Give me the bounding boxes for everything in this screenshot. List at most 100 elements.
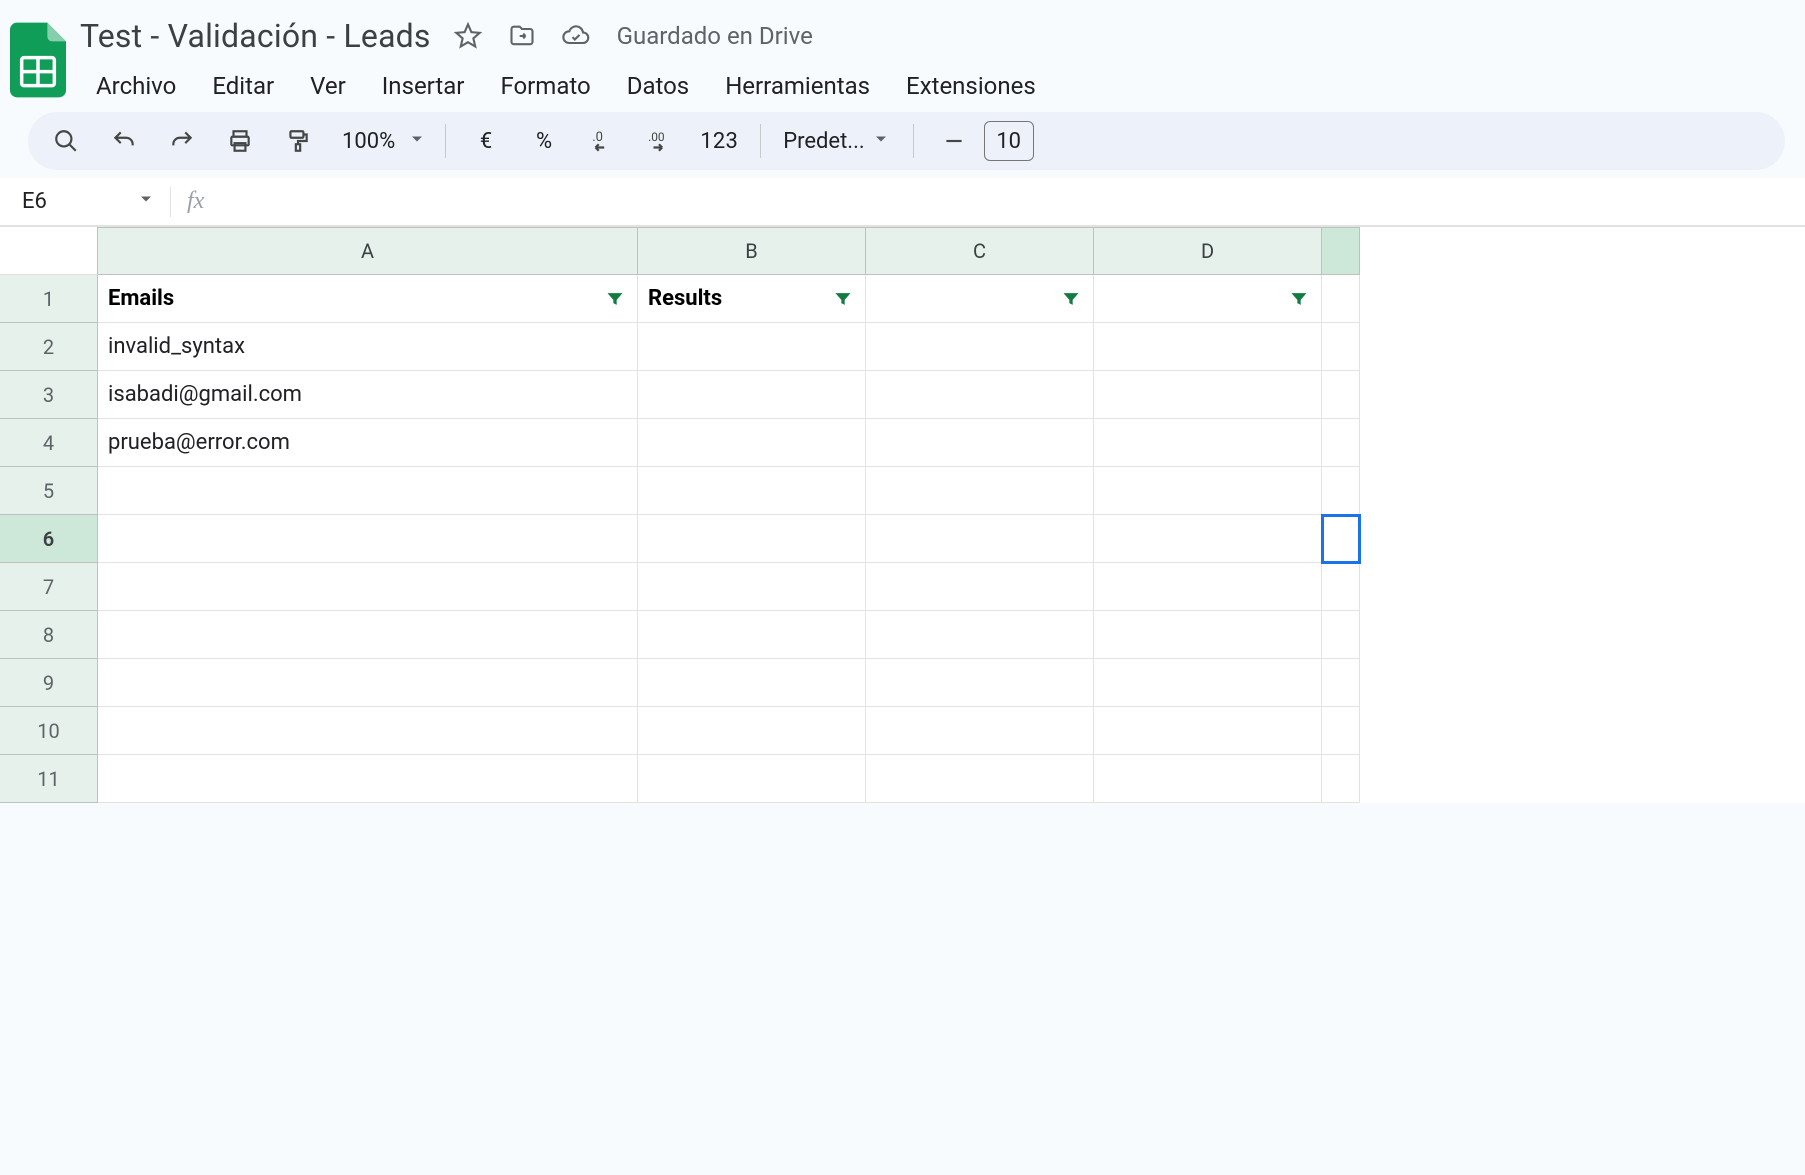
cell-d4[interactable] — [1094, 419, 1322, 467]
cell-c8[interactable] — [866, 611, 1094, 659]
star-icon[interactable] — [451, 19, 485, 53]
cell-e6[interactable] — [1322, 515, 1360, 563]
cell-e9[interactable] — [1322, 659, 1360, 707]
row-header-2[interactable]: 2 — [0, 323, 98, 371]
row-header-11[interactable]: 11 — [0, 755, 98, 803]
menu-formato[interactable]: Formato — [484, 64, 606, 108]
cell-c2[interactable] — [866, 323, 1094, 371]
cell-e3[interactable] — [1322, 371, 1360, 419]
menu-ver[interactable]: Ver — [294, 64, 362, 108]
cell-c11[interactable] — [866, 755, 1094, 803]
font-size-input[interactable]: 10 — [984, 121, 1034, 161]
column-header-e[interactable] — [1322, 227, 1360, 275]
row-header-3[interactable]: 3 — [0, 371, 98, 419]
cell-b7[interactable] — [638, 563, 866, 611]
filter-icon[interactable] — [1057, 285, 1085, 313]
cell-a9[interactable] — [98, 659, 638, 707]
search-button[interactable] — [38, 118, 94, 164]
cell-d8[interactable] — [1094, 611, 1322, 659]
format-percent-button[interactable]: % — [516, 118, 572, 164]
cell-e8[interactable] — [1322, 611, 1360, 659]
menu-editar[interactable]: Editar — [196, 64, 290, 108]
cell-e1[interactable] — [1322, 275, 1360, 323]
menu-herramientas[interactable]: Herramientas — [709, 64, 886, 108]
row-header-5[interactable]: 5 — [0, 467, 98, 515]
decrease-decimal-button[interactable]: .0 — [574, 118, 630, 164]
redo-button[interactable] — [154, 118, 210, 164]
row-header-8[interactable]: 8 — [0, 611, 98, 659]
cell-e5[interactable] — [1322, 467, 1360, 515]
cell-c1[interactable] — [866, 275, 1094, 323]
filter-icon[interactable] — [1285, 285, 1313, 313]
cell-a10[interactable] — [98, 707, 638, 755]
filter-icon[interactable] — [829, 285, 857, 313]
cell-a1[interactable]: Emails — [98, 275, 638, 323]
column-header-c[interactable]: C — [866, 227, 1094, 275]
cell-d7[interactable] — [1094, 563, 1322, 611]
cell-b5[interactable] — [638, 467, 866, 515]
cell-c9[interactable] — [866, 659, 1094, 707]
increase-decimal-button[interactable]: .00 — [632, 118, 688, 164]
cell-b1[interactable]: Results — [638, 275, 866, 323]
decrease-font-size-button[interactable] — [926, 118, 982, 164]
cell-e4[interactable] — [1322, 419, 1360, 467]
cloud-saved-icon[interactable] — [559, 19, 593, 53]
cell-d5[interactable] — [1094, 467, 1322, 515]
row-header-4[interactable]: 4 — [0, 419, 98, 467]
cell-e10[interactable] — [1322, 707, 1360, 755]
cell-d3[interactable] — [1094, 371, 1322, 419]
cell-a2[interactable]: invalid_syntax — [98, 323, 638, 371]
menu-archivo[interactable]: Archivo — [80, 64, 192, 108]
cell-d2[interactable] — [1094, 323, 1322, 371]
cell-c5[interactable] — [866, 467, 1094, 515]
column-header-d[interactable]: D — [1094, 227, 1322, 275]
cell-c4[interactable] — [866, 419, 1094, 467]
cell-c3[interactable] — [866, 371, 1094, 419]
filter-icon[interactable] — [601, 285, 629, 313]
print-button[interactable] — [212, 118, 268, 164]
row-header-1[interactable]: 1 — [0, 275, 98, 323]
zoom-selector[interactable]: 100% — [328, 129, 433, 154]
menu-extensiones[interactable]: Extensiones — [890, 64, 1052, 108]
cell-b3[interactable] — [638, 371, 866, 419]
cell-b6[interactable] — [638, 515, 866, 563]
font-selector[interactable]: Predet... — [773, 129, 900, 154]
cell-e7[interactable] — [1322, 563, 1360, 611]
cell-e11[interactable] — [1322, 755, 1360, 803]
select-all-corner[interactable] — [0, 227, 98, 275]
cell-c10[interactable] — [866, 707, 1094, 755]
cell-b9[interactable] — [638, 659, 866, 707]
row-header-7[interactable]: 7 — [0, 563, 98, 611]
cell-c7[interactable] — [866, 563, 1094, 611]
document-title[interactable]: Test - Validación - Leads — [80, 17, 431, 55]
cell-b11[interactable] — [638, 755, 866, 803]
sheets-logo[interactable] — [8, 20, 68, 100]
format-currency-button[interactable]: € — [458, 118, 514, 164]
cell-e2[interactable] — [1322, 323, 1360, 371]
cell-a7[interactable] — [98, 563, 638, 611]
cell-d9[interactable] — [1094, 659, 1322, 707]
more-formats-button[interactable]: 123 — [690, 118, 748, 164]
formula-input[interactable] — [220, 178, 1805, 225]
menu-datos[interactable]: Datos — [611, 64, 706, 108]
cell-a4[interactable]: prueba@error.com — [98, 419, 638, 467]
move-to-folder-icon[interactable] — [505, 19, 539, 53]
row-header-10[interactable]: 10 — [0, 707, 98, 755]
undo-button[interactable] — [96, 118, 152, 164]
paint-format-button[interactable] — [270, 118, 326, 164]
cell-b10[interactable] — [638, 707, 866, 755]
cell-a11[interactable] — [98, 755, 638, 803]
cell-b4[interactable] — [638, 419, 866, 467]
name-box[interactable]: E6 — [0, 178, 170, 225]
row-header-9[interactable]: 9 — [0, 659, 98, 707]
cell-d10[interactable] — [1094, 707, 1322, 755]
cell-d11[interactable] — [1094, 755, 1322, 803]
cell-a3[interactable]: isabadi@gmail.com — [98, 371, 638, 419]
cell-c6[interactable] — [866, 515, 1094, 563]
menu-insertar[interactable]: Insertar — [366, 64, 481, 108]
cell-a6[interactable] — [98, 515, 638, 563]
cell-d1[interactable] — [1094, 275, 1322, 323]
cell-d6[interactable] — [1094, 515, 1322, 563]
column-header-b[interactable]: B — [638, 227, 866, 275]
cell-a8[interactable] — [98, 611, 638, 659]
